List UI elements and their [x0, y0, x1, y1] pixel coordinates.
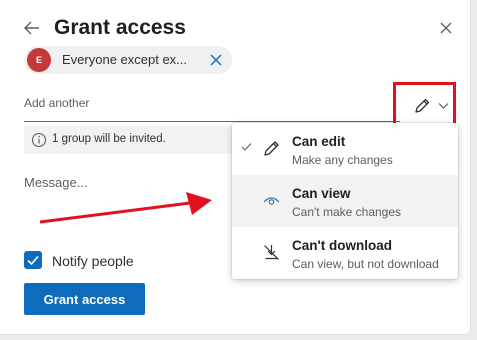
menu-item-title: Can edit — [292, 134, 346, 149]
no-download-icon — [264, 245, 279, 260]
notify-label: Notify people — [52, 253, 134, 269]
chevron-down-icon — [438, 103, 449, 109]
menu-item-subtitle: Can view, but not download — [292, 257, 439, 271]
menu-item-title: Can't download — [292, 238, 392, 253]
add-another-input[interactable]: Add another — [24, 96, 89, 110]
eye-icon — [263, 197, 280, 205]
menu-item-can-edit[interactable]: Can edit Make any changes — [232, 123, 458, 175]
permissions-menu: Can edit Make any changes Can view Can't… — [232, 123, 458, 279]
grant-access-button[interactable]: Grant access — [24, 283, 145, 315]
dialog-title: Grant access — [54, 16, 186, 39]
permission-dropdown-button[interactable] — [393, 82, 456, 126]
pencil-icon — [264, 141, 279, 156]
recipient-chip: E Everyone except ex... — [24, 46, 232, 74]
add-another-underline — [24, 121, 400, 122]
grant-access-dialog: Grant access E Everyone except ex... Add… — [0, 0, 470, 334]
menu-item-cant-download[interactable]: Can't download Can view, but not downloa… — [232, 227, 458, 279]
checkmark-icon — [27, 255, 39, 266]
menu-item-subtitle: Make any changes — [292, 153, 393, 167]
menu-item-subtitle: Can't make changes — [292, 205, 402, 219]
menu-item-can-view[interactable]: Can view Can't make changes — [232, 175, 458, 227]
info-icon — [31, 132, 47, 148]
avatar: E — [27, 48, 51, 72]
back-arrow-icon[interactable] — [22, 18, 42, 38]
menu-item-title: Can view — [292, 186, 351, 201]
info-bar: 1 group will be invited. — [24, 126, 232, 154]
notify-checkbox[interactable] — [24, 251, 42, 269]
recipient-label: Everyone except ex... — [62, 52, 188, 67]
info-text: 1 group will be invited. — [52, 133, 166, 145]
annotation-arrow — [40, 192, 212, 224]
check-icon — [241, 143, 252, 151]
close-icon[interactable] — [438, 20, 454, 36]
pencil-icon — [415, 98, 430, 113]
remove-recipient-icon[interactable] — [209, 53, 223, 67]
